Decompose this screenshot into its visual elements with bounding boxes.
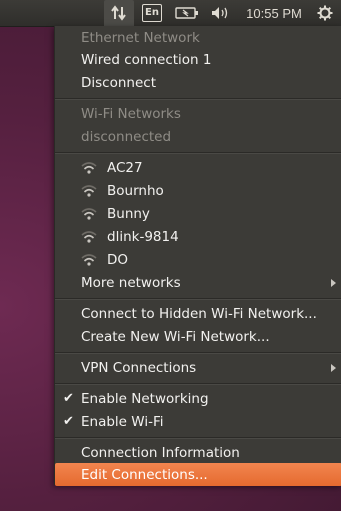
- wifi-signal-icon: [81, 231, 97, 243]
- network-arrows-icon: [111, 5, 126, 21]
- wifi-network-name: Bournho: [107, 182, 164, 199]
- separator: [55, 437, 341, 439]
- keyboard-indicator[interactable]: En: [140, 0, 164, 26]
- separator: [55, 352, 341, 354]
- separator: [55, 298, 341, 300]
- connection-information-item[interactable]: Connection Information: [55, 441, 341, 464]
- wifi-network-name: dlink-9814: [107, 228, 179, 245]
- network-menu: Ethernet Network Wired connection 1 Disc…: [54, 26, 341, 486]
- checkmark-icon: ✔: [63, 414, 74, 429]
- battery-icon: [175, 7, 198, 19]
- wifi-signal-icon: [81, 254, 97, 266]
- wifi-network-item[interactable]: dlink-9814: [55, 225, 341, 248]
- wifi-signal-icon: [81, 185, 97, 197]
- more-networks-item[interactable]: More networks: [55, 271, 341, 294]
- wifi-network-item[interactable]: AC27: [55, 156, 341, 179]
- wifi-network-item[interactable]: Bournho: [55, 179, 341, 202]
- enable-wifi-item[interactable]: ✔ Enable Wi-Fi: [55, 410, 341, 433]
- separator: [55, 383, 341, 385]
- more-networks-label: More networks: [81, 274, 181, 291]
- checkmark-icon: ✔: [63, 391, 74, 406]
- wired-connection-item[interactable]: Wired connection 1: [55, 48, 341, 71]
- separator: [55, 152, 341, 154]
- wifi-signal-icon: [81, 208, 97, 220]
- connect-hidden-wifi-item[interactable]: Connect to Hidden Wi-Fi Network...: [55, 302, 341, 325]
- submenu-arrow-icon: [331, 279, 336, 287]
- disconnect-item[interactable]: Disconnect: [55, 71, 341, 94]
- edit-connections-item[interactable]: Edit Connections...: [55, 463, 341, 486]
- enable-networking-item[interactable]: ✔ Enable Networking: [55, 387, 341, 410]
- vpn-connections-label: VPN Connections: [81, 359, 197, 376]
- wifi-network-name: AC27: [107, 159, 143, 176]
- volume-indicator[interactable]: [208, 0, 234, 26]
- battery-indicator[interactable]: [172, 0, 202, 26]
- vpn-connections-item[interactable]: VPN Connections: [55, 356, 341, 379]
- volume-icon: [212, 7, 228, 19]
- wifi-status: disconnected: [81, 128, 172, 145]
- session-indicator[interactable]: [312, 0, 338, 26]
- wifi-header: Wi-Fi Networks: [81, 105, 181, 122]
- submenu-arrow-icon: [331, 364, 336, 372]
- enable-wifi-label: Enable Wi-Fi: [81, 413, 164, 430]
- separator: [55, 98, 341, 100]
- enable-networking-label: Enable Networking: [81, 390, 209, 407]
- wifi-network-item[interactable]: DO: [55, 248, 341, 271]
- clock[interactable]: 10:55 PM: [240, 0, 308, 26]
- session-gear-icon: [317, 5, 333, 21]
- keyboard-layout-icon: En: [142, 4, 162, 22]
- network-indicator[interactable]: [104, 0, 134, 26]
- wifi-network-item[interactable]: Bunny: [55, 202, 341, 225]
- create-new-wifi-item[interactable]: Create New Wi-Fi Network...: [55, 325, 341, 348]
- wifi-signal-icon: [81, 162, 97, 174]
- top-panel: En 10:55 PM: [0, 0, 341, 27]
- wifi-network-name: DO: [107, 251, 129, 268]
- ethernet-header: Ethernet Network: [81, 29, 200, 46]
- wifi-network-name: Bunny: [107, 205, 150, 222]
